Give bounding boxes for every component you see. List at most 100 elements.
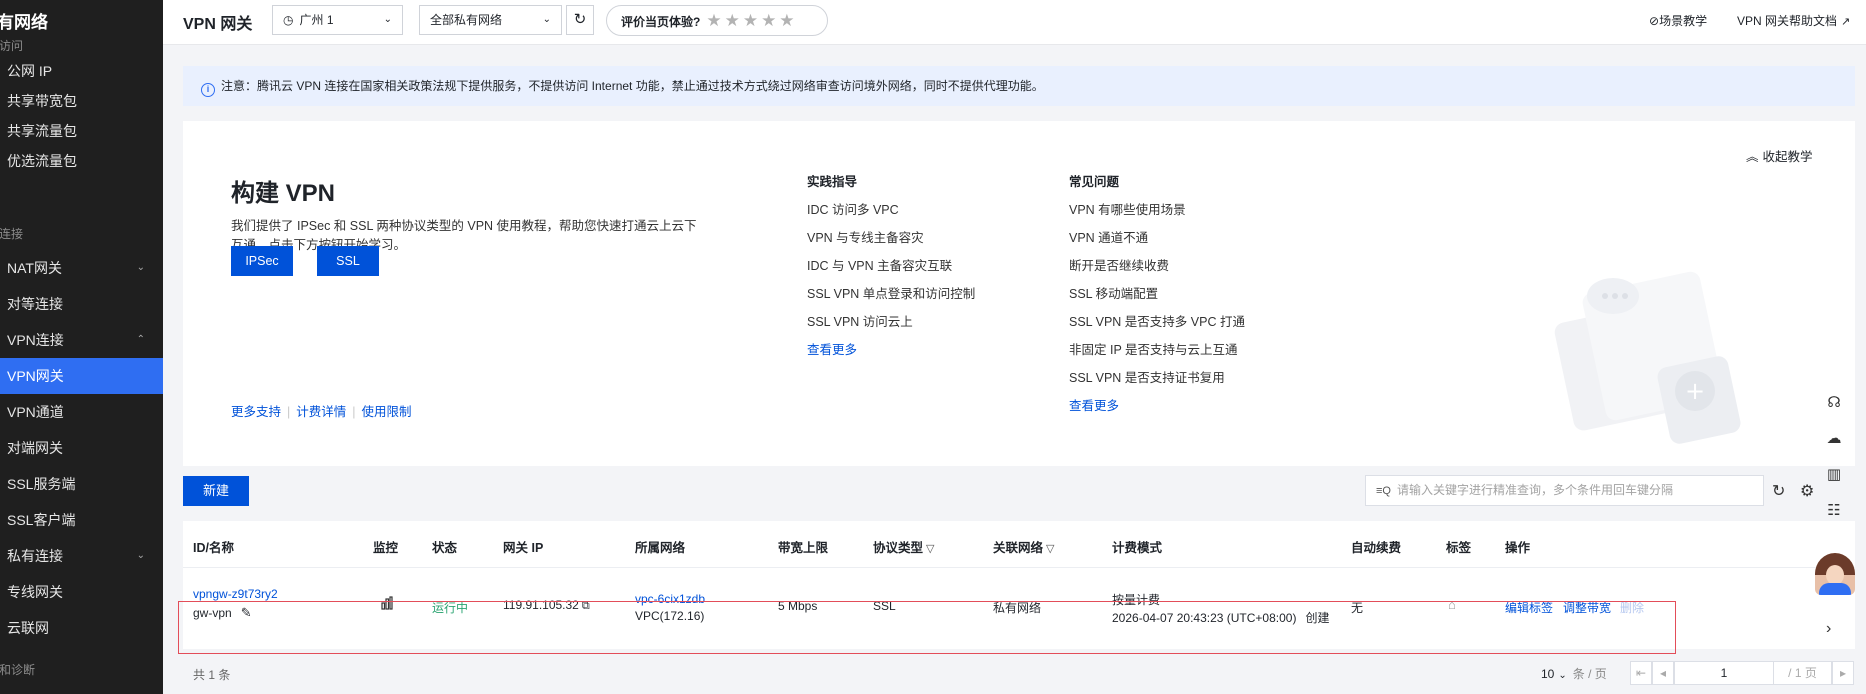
region-icon: ◷ (283, 13, 294, 27)
rating-label: 评价当页体验? (621, 15, 701, 29)
practice-link[interactable]: VPN 与专线主备容灾 (807, 227, 975, 255)
faq-link[interactable]: 断开是否继续收费 (1069, 255, 1245, 283)
chevron-up-icon: ⌃ (136, 334, 145, 345)
chevron-down-icon: ⌄ (542, 14, 551, 25)
protocol-column-header[interactable]: 协议类型 ▽ (873, 537, 934, 556)
created-time: 2026-04-07 20:43:23 (UTC+08:00) 创建 (1112, 609, 1329, 626)
support-links: 更多支持 | 计费详情 | 使用限制 (231, 401, 412, 420)
faq-link[interactable]: SSL 移动端配置 (1069, 283, 1245, 311)
filter-icon[interactable]: ▽ (1046, 543, 1054, 555)
assoc-network-value: 私有网络 (993, 601, 1042, 615)
divider (183, 567, 1855, 568)
pencil-icon[interactable]: ✎ (241, 605, 252, 620)
sidebar-group-diagnosis: 和诊断 (0, 663, 36, 677)
sidebar-item-vpn-gateway[interactable]: VPN网关 (0, 358, 163, 394)
sidebar-item-preferred-traffic[interactable]: 优选流量包 (0, 143, 163, 179)
floating-toolbar: ☊ ☁ ▥ ☷ (1813, 393, 1855, 537)
column-header: 协议类型 (873, 541, 924, 555)
refresh-icon[interactable]: ↻ (1772, 481, 1785, 501)
column-header: 带宽上限 (778, 541, 829, 555)
sidebar-item-ssl-server[interactable]: SSL服务端 (0, 466, 163, 502)
sidebar-item-ssl-client[interactable]: SSL客户端 (0, 502, 163, 538)
collapse-tutorial-button[interactable]: ︽ 收起教学 (1746, 146, 1813, 165)
sidebar-item-private-link[interactable]: 私有连接 ⌄ (0, 538, 163, 574)
separator: | (287, 405, 291, 419)
sidebar-item-label: VPN通道 (7, 404, 64, 420)
gateway-id-link[interactable]: vpngw-z9t73ry2 (193, 587, 278, 601)
faq-heading: 常见问题 (1069, 175, 1120, 189)
search-placeholder: 请输入关键字进行精准查询，多个条件用回车键分隔 (1396, 483, 1673, 497)
feedback-icon[interactable]: ☷ (1813, 501, 1855, 537)
practice-link[interactable]: SSL VPN 单点登录和访问控制 (807, 283, 975, 311)
sidebar-item-ccn[interactable]: 云联网 (0, 610, 163, 646)
tutorial-description: 我们提供了 IPSec 和 SSL 两种协议类型的 VPN 使用教程，帮助您快速… (231, 219, 697, 252)
faq-link[interactable]: VPN 有哪些使用场景 (1069, 199, 1245, 227)
sidebar-item-peering[interactable]: 对等连接 (0, 286, 163, 322)
edit-tags-link[interactable]: 编辑标签 (1505, 599, 1553, 616)
page-number-input[interactable]: 1 (1674, 661, 1774, 685)
column-header: 网关 IP (503, 541, 544, 555)
adjust-bandwidth-link[interactable]: 调整带宽 (1563, 599, 1611, 616)
prev-page-button[interactable]: ◂ (1652, 661, 1674, 685)
practice-link[interactable]: IDC 与 VPN 主备容灾互联 (807, 255, 975, 283)
ssl-button[interactable]: SSL (317, 246, 379, 276)
column-header: 监控 (373, 541, 399, 555)
usage-limits-link[interactable]: 使用限制 (362, 405, 412, 419)
faq-link[interactable]: SSL VPN 是否支持多 VPC 打通 (1069, 311, 1245, 339)
new-gateway-button[interactable]: 新建 (183, 476, 249, 506)
faq-link[interactable]: SSL VPN 是否支持证书复用 (1069, 367, 1245, 395)
network-select[interactable]: 全部私有网络 ⌄ (419, 5, 562, 35)
sidebar-item-label: SSL客户端 (7, 512, 76, 528)
faq-link[interactable]: VPN 通道不通 (1069, 227, 1245, 255)
headset-icon[interactable]: ☊ (1813, 393, 1855, 429)
created-time-text: 2026-04-07 20:43:23 (UTC+08:00) (1112, 611, 1297, 625)
notice-text: 注意：腾讯云 VPN 连接在国家相关政策法规下提供服务，不提供访问 Intern… (221, 79, 1044, 93)
refresh-button[interactable]: ↻ (566, 5, 594, 35)
region-select[interactable]: ◷ 广州 1 ⌄ (272, 5, 403, 35)
ipsec-button[interactable]: IPSec (231, 246, 293, 276)
auto-renew-value: 无 (1351, 601, 1364, 615)
rating-widget[interactable]: 评价当页体验? ★★★★★ (606, 5, 828, 36)
copy-icon[interactable]: ⧉ (582, 600, 590, 612)
sidebar-item-label: 对端网关 (7, 440, 63, 456)
sidebar-item-dc-gateway[interactable]: 专线网关 (0, 574, 163, 610)
billing-details-link[interactable]: 计费详情 (296, 405, 346, 419)
cloud-icon[interactable]: ☁ (1813, 429, 1855, 465)
sidebar-item-customer-gateway[interactable]: 对端网关 (0, 430, 163, 466)
star-rating[interactable]: ★★★★★ (706, 11, 797, 30)
sidebar-item-vpn-tunnel[interactable]: VPN通道 (0, 394, 163, 430)
filter-icon[interactable]: ▽ (926, 543, 934, 555)
help-doc-link[interactable]: VPN 网关帮助文档 ↗ (1737, 12, 1850, 29)
scene-teaching-link[interactable]: ⊘场景教学 (1649, 12, 1707, 29)
page-size-value: 10 (1541, 667, 1555, 681)
help-doc-label: VPN 网关帮助文档 (1737, 14, 1838, 28)
vpc-id-link[interactable]: vpc-6cix1zdb (635, 592, 705, 606)
tag-icon[interactable]: ⌂ (1448, 597, 1456, 612)
faq-column: 常见问题 VPN 有哪些使用场景 VPN 通道不通 断开是否继续收费 SSL 移… (1069, 171, 1245, 423)
column-header: 关联网络 (993, 541, 1044, 555)
book-icon[interactable]: ▥ (1813, 465, 1855, 501)
chevron-down-icon: ⌄ (136, 550, 145, 561)
collapse-tutorial-label: 收起教学 (1762, 150, 1813, 164)
next-page-button[interactable]: ▸ (1832, 661, 1854, 685)
practice-link[interactable]: SSL VPN 访问云上 (807, 311, 975, 339)
faq-link[interactable]: 非固定 IP 是否支持与云上互通 (1069, 339, 1245, 367)
assoc-column-header[interactable]: 关联网络 ▽ (993, 537, 1054, 556)
more-support-link[interactable]: 更多支持 (231, 405, 281, 419)
region-value: 广州 1 (299, 13, 334, 27)
monitor-icon[interactable] (381, 596, 393, 613)
first-page-button[interactable]: ⇤ (1630, 661, 1652, 685)
chevron-right-icon[interactable]: › (1826, 620, 1831, 638)
assistant-avatar[interactable] (1815, 553, 1855, 595)
page-size-select[interactable]: 10 ⌄ 条 / 页 (1541, 665, 1607, 682)
faq-more-link[interactable]: 查看更多 (1069, 395, 1245, 423)
avatar-face (1826, 565, 1844, 585)
practice-guide-column: 实践指导 IDC 访问多 VPC VPN 与专线主备容灾 IDC 与 VPN 主… (807, 171, 975, 367)
practice-link[interactable]: IDC 访问多 VPC (807, 199, 975, 227)
practice-more-link[interactable]: 查看更多 (807, 339, 975, 367)
search-input[interactable]: ≡Q 请输入关键字进行精准查询，多个条件用回车键分隔 (1365, 475, 1764, 506)
sidebar-item-nat[interactable]: NAT网关 ⌄ (0, 250, 163, 286)
sidebar-title: 有网络 (0, 13, 48, 32)
sidebar-item-vpn-connection[interactable]: VPN连接 ⌃ (0, 322, 163, 358)
practice-guide-heading: 实践指导 (807, 175, 858, 189)
